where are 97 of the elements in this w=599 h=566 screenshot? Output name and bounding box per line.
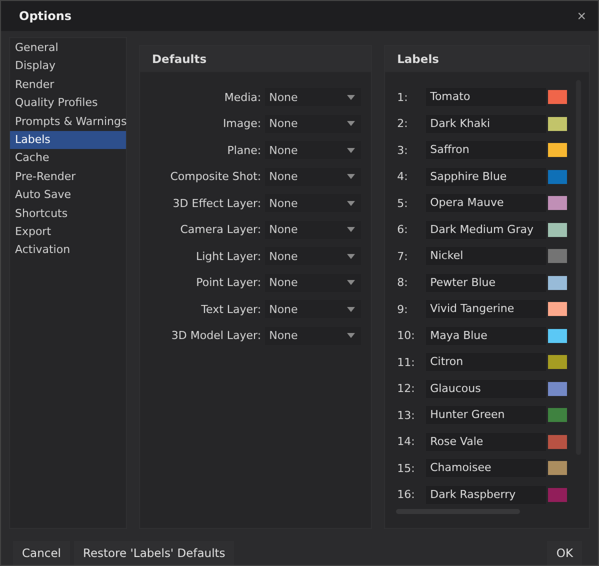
caret-icon xyxy=(347,94,356,100)
label-name-field[interactable]: Pewter Blue xyxy=(426,274,546,292)
color-swatch[interactable] xyxy=(548,90,568,104)
field-label: 3D Effect Layer: xyxy=(172,196,262,210)
field-label: Camera Layer: xyxy=(179,223,262,236)
label-name-field[interactable]: Saffron xyxy=(426,141,546,159)
color-swatch[interactable] xyxy=(548,355,568,369)
field-label: Plane: xyxy=(226,144,262,156)
sidebar-item[interactable]: Display xyxy=(10,57,126,76)
field-label: 3D Model Layer: xyxy=(170,329,262,342)
label-index: 7: xyxy=(397,250,409,262)
sidebar-item[interactable]: Shortcuts xyxy=(10,204,126,223)
label-index: 10: xyxy=(397,329,416,342)
color-swatch[interactable] xyxy=(548,196,568,210)
dropdown[interactable]: None xyxy=(265,168,362,186)
label-name-field[interactable]: Glaucous xyxy=(426,380,546,398)
label-index: 11: xyxy=(397,356,416,368)
color-swatch[interactable] xyxy=(548,276,568,290)
window-title: Options xyxy=(19,9,72,23)
label-index: 3: xyxy=(397,144,409,156)
label-name-field[interactable]: Dark Khaki xyxy=(426,114,546,132)
label-name-field[interactable]: Dark Raspberry xyxy=(426,486,546,504)
label-index: 2: xyxy=(397,117,409,130)
caret-icon xyxy=(347,306,356,312)
caret-icon xyxy=(347,254,356,258)
sidebar-item[interactable]: Prompts & Warnings xyxy=(10,112,126,131)
field-label: Point Layer: xyxy=(195,276,262,289)
color-swatch[interactable] xyxy=(548,249,568,263)
dropdown[interactable]: None xyxy=(265,274,362,292)
color-swatch[interactable] xyxy=(548,116,568,130)
label-index: 13: xyxy=(397,408,416,422)
panel-header: Labels xyxy=(385,46,589,72)
caret-icon xyxy=(347,121,356,126)
label-index: 12: xyxy=(397,382,416,395)
dialog-button[interactable]: Cancel xyxy=(13,541,70,565)
color-swatch[interactable] xyxy=(548,328,568,342)
color-swatch[interactable] xyxy=(548,382,568,396)
sidebar-item[interactable]: Labels xyxy=(10,130,126,150)
color-swatch[interactable] xyxy=(548,302,568,316)
label-index: 4: xyxy=(397,170,409,183)
dropdown[interactable]: None xyxy=(265,141,362,159)
dropdown[interactable]: None xyxy=(265,114,362,132)
color-swatch[interactable] xyxy=(548,461,568,475)
dropdown[interactable]: None xyxy=(265,247,362,265)
field-label: Text Layer: xyxy=(200,302,262,316)
dropdown[interactable]: None xyxy=(265,88,362,106)
label-name-field[interactable]: Citron xyxy=(426,353,546,371)
field-label: Composite Shot: xyxy=(169,170,262,183)
sidebar-item[interactable]: Quality Profiles xyxy=(10,94,126,113)
sidebar-item[interactable]: Auto Save xyxy=(10,186,126,205)
close-button[interactable]: × xyxy=(573,8,590,24)
label-index: 15: xyxy=(397,462,416,474)
sidebar-item[interactable]: Pre-Render xyxy=(10,168,126,186)
color-swatch[interactable] xyxy=(548,408,568,422)
dropdown[interactable]: None xyxy=(265,220,362,238)
dropdown[interactable]: None xyxy=(265,300,362,318)
color-swatch[interactable] xyxy=(548,143,568,157)
dialog-button[interactable]: Restore 'Labels' Defaults xyxy=(74,541,234,565)
ok-button[interactable]: OK xyxy=(547,541,582,565)
label-name-field[interactable]: Dark Medium Gray xyxy=(426,220,546,238)
panel-header: Defaults xyxy=(140,46,372,72)
caret-icon xyxy=(347,333,356,338)
color-swatch[interactable] xyxy=(548,170,568,184)
label-name-field[interactable]: Opera Mauve xyxy=(426,194,546,212)
caret-icon xyxy=(347,227,356,232)
label-name-field[interactable]: Vivid Tangerine xyxy=(426,300,546,318)
label-name-field[interactable]: Chamoisee xyxy=(426,459,546,477)
color-swatch[interactable] xyxy=(548,222,568,236)
label-index: 5: xyxy=(397,196,409,210)
caret-icon xyxy=(347,148,356,152)
label-name-field[interactable]: Rose Vale xyxy=(426,432,546,450)
sidebar-item[interactable]: Render xyxy=(10,76,126,94)
label-name-field[interactable]: Maya Blue xyxy=(426,326,546,344)
dropdown[interactable]: None xyxy=(265,194,362,212)
label-index: 16: xyxy=(397,488,416,501)
label-index: 1: xyxy=(397,90,409,104)
label-index: 9: xyxy=(397,302,409,316)
label-index: 6: xyxy=(397,223,409,236)
label-index: 14: xyxy=(397,435,416,448)
label-name-field[interactable]: Nickel xyxy=(426,247,546,265)
caret-icon xyxy=(347,280,356,285)
label-index: 8: xyxy=(397,276,409,289)
label-name-field[interactable]: Hunter Green xyxy=(426,406,546,424)
sidebar-item[interactable]: Export xyxy=(10,222,126,242)
label-name-field[interactable]: Sapphire Blue xyxy=(426,168,546,186)
field-label: Light Layer: xyxy=(194,250,262,262)
label-name-field[interactable]: Tomato xyxy=(426,88,546,106)
field-label: Image: xyxy=(222,117,262,130)
dropdown[interactable]: None xyxy=(265,326,362,344)
caret-icon xyxy=(347,200,356,206)
sidebar-item[interactable]: Activation xyxy=(10,241,126,260)
sidebar-item[interactable]: General xyxy=(10,39,126,58)
color-swatch[interactable] xyxy=(548,488,568,502)
field-label: Media: xyxy=(223,90,262,104)
color-swatch[interactable] xyxy=(548,434,568,448)
caret-icon xyxy=(347,174,356,179)
sidebar-item[interactable]: Cache xyxy=(10,149,126,168)
